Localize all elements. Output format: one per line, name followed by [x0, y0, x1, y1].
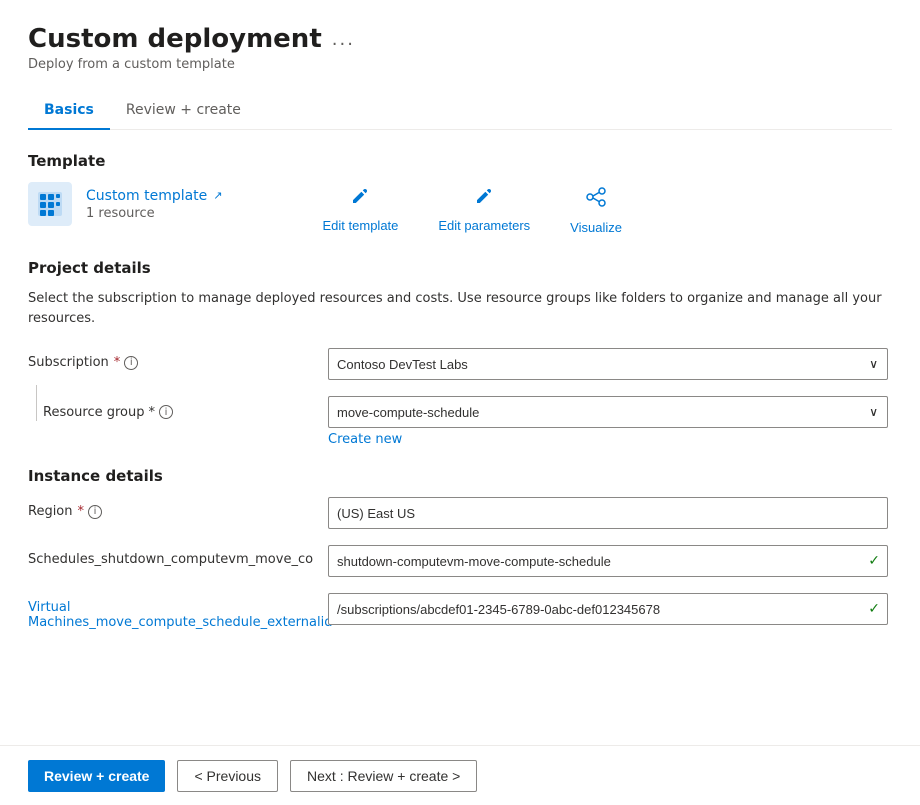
footer-bar: Review + create < Previous Next : Review… — [0, 745, 920, 805]
schedules-label: Schedules_shutdown_computevm_move_co — [28, 545, 328, 567]
region-input[interactable] — [328, 497, 888, 529]
resource-group-control: move-compute-schedule ∨ Create new — [328, 396, 888, 447]
subscription-select[interactable]: Contoso DevTest Labs — [328, 348, 888, 380]
region-label: Region * i — [28, 497, 328, 519]
region-control — [328, 497, 888, 529]
next-button[interactable]: Next : Review + create > — [290, 760, 477, 792]
edit-parameters-label: Edit parameters — [438, 218, 530, 233]
visualize-label: Visualize — [570, 220, 622, 235]
virtual-machines-input[interactable] — [328, 593, 888, 625]
subscription-group: Subscription * i Contoso DevTest Labs ∨ — [28, 348, 892, 380]
edit-parameters-button[interactable]: Edit parameters — [438, 186, 530, 235]
virtual-machines-control: ✓ — [328, 593, 888, 625]
tab-bar: Basics Review + create — [28, 92, 892, 130]
subscription-info-icon[interactable]: i — [124, 356, 138, 370]
template-card: Custom template ↗ 1 resource — [28, 182, 223, 226]
resource-group-select-box: move-compute-schedule ∨ — [328, 396, 888, 428]
virtual-machines-group: Virtual Machines_move_compute_schedule_e… — [28, 593, 892, 630]
virtual-machines-input-wrapper: ✓ — [328, 593, 888, 625]
subscription-required: * — [114, 355, 121, 370]
edit-template-button[interactable]: Edit template — [323, 186, 399, 235]
page-subtitle: Deploy from a custom template — [28, 57, 892, 72]
visualize-button[interactable]: Visualize — [570, 186, 622, 235]
virtual-machines-check-icon: ✓ — [868, 601, 880, 617]
page-header: Custom deployment ... Deploy from a cust… — [28, 24, 892, 72]
template-actions: Edit template Edit parameters — [323, 186, 622, 235]
edit-template-icon — [350, 186, 370, 212]
project-details-section: Project details Select the subscription … — [28, 259, 892, 447]
resource-group-label: Resource group * i — [43, 405, 173, 420]
resource-group-select[interactable]: move-compute-schedule — [328, 396, 888, 428]
template-icon — [28, 182, 72, 226]
external-link-icon: ↗ — [213, 189, 222, 202]
project-description: Select the subscription to manage deploy… — [28, 289, 888, 328]
instance-details-section: Instance details Region * i Schedules_sh… — [28, 467, 892, 630]
region-group: Region * i — [28, 497, 892, 529]
tab-review-create[interactable]: Review + create — [110, 92, 257, 130]
template-section: Template — [28, 152, 892, 235]
schedules-check-icon: ✓ — [868, 553, 880, 569]
virtual-machines-label: Virtual Machines_move_compute_schedule_e… — [28, 593, 328, 630]
ellipsis-menu[interactable]: ... — [332, 29, 355, 50]
template-link[interactable]: Custom template ↗ — [86, 188, 223, 204]
project-details-heading: Project details — [28, 259, 892, 277]
subscription-select-box: Contoso DevTest Labs ∨ — [328, 348, 888, 380]
resource-count: 1 resource — [86, 206, 223, 221]
schedules-group: Schedules_shutdown_computevm_move_co ✓ — [28, 545, 892, 577]
subscription-label: Subscription * i — [28, 348, 328, 370]
create-new-link[interactable]: Create new — [328, 432, 402, 447]
edit-parameters-icon — [474, 186, 494, 212]
subscription-control: Contoso DevTest Labs ∨ — [328, 348, 888, 380]
page-title: Custom deployment ... — [28, 24, 892, 54]
edit-template-label: Edit template — [323, 218, 399, 233]
previous-button[interactable]: < Previous — [177, 760, 278, 792]
region-info-icon[interactable]: i — [88, 505, 102, 519]
visualize-icon — [585, 186, 607, 214]
template-info: Custom template ↗ 1 resource — [86, 188, 223, 221]
schedules-control: ✓ — [328, 545, 888, 577]
review-create-button[interactable]: Review + create — [28, 760, 165, 792]
schedules-input-wrapper: ✓ — [328, 545, 888, 577]
resource-group-info-icon[interactable]: i — [159, 405, 173, 419]
tab-basics[interactable]: Basics — [28, 92, 110, 130]
instance-details-heading: Instance details — [28, 467, 892, 485]
schedules-input[interactable] — [328, 545, 888, 577]
template-section-heading: Template — [28, 152, 892, 170]
